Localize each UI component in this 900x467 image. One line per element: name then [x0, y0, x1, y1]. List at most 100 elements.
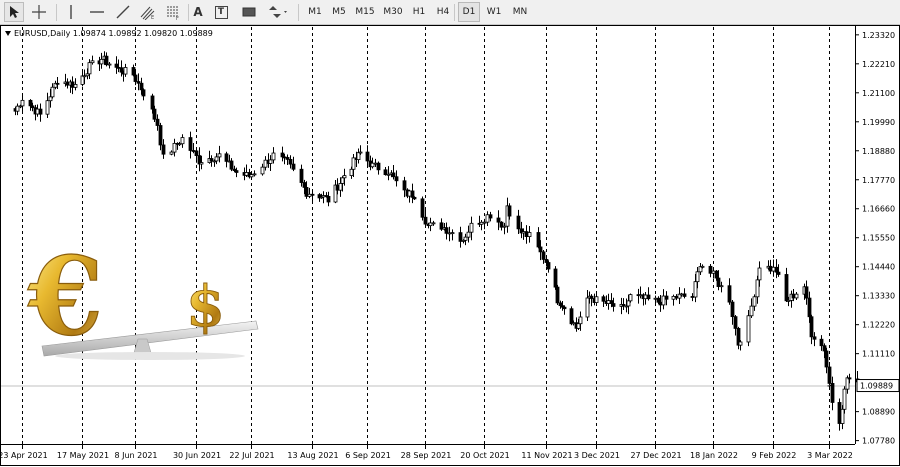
- y-tick-label: 1.23320: [862, 31, 895, 40]
- x-tick-label: 27 Dec 2021: [630, 451, 681, 460]
- text-tool-icon: A: [193, 5, 203, 19]
- x-tick-label: 17 May 2021: [57, 451, 109, 460]
- candle: [585, 289, 590, 321]
- candle: [842, 386, 847, 414]
- euro-symbol: €: [27, 234, 103, 360]
- candle: [310, 189, 315, 202]
- x-tick-label: 30 Jun 2021: [173, 451, 221, 460]
- candle: [482, 218, 487, 230]
- collapse-triangle-icon[interactable]: [5, 31, 11, 36]
- candle: [376, 161, 381, 175]
- candle: [370, 157, 375, 169]
- trendline-icon: [116, 5, 130, 19]
- candle: [502, 222, 507, 235]
- y-tick-label: 1.11110: [862, 350, 895, 359]
- y-tick-label: 1.08890: [862, 408, 895, 417]
- candle: [485, 211, 490, 227]
- candle: [407, 189, 412, 203]
- candle: [423, 208, 428, 226]
- candle: [830, 376, 835, 411]
- timeframe-h1-button[interactable]: H1: [408, 2, 430, 22]
- toolbar-separator: [298, 4, 299, 21]
- timeframe-m5-button[interactable]: M5: [328, 2, 350, 22]
- rectangle-tool-button[interactable]: [238, 2, 260, 22]
- candle: [516, 209, 521, 234]
- candle: [373, 158, 378, 168]
- timeframe-w1-button[interactable]: W1: [482, 2, 506, 22]
- x-tick-label: 23 Apr 2021: [0, 451, 48, 460]
- candle: [191, 143, 196, 154]
- candle: [698, 263, 703, 275]
- x-tick-label: 18 Jan 2022: [690, 451, 738, 460]
- candle: [536, 227, 541, 249]
- x-tick-label: 20 Oct 2021: [460, 451, 509, 460]
- candle: [197, 147, 202, 172]
- candle: [28, 99, 33, 111]
- x-tick-label: 8 Jun 2021: [114, 451, 157, 460]
- candle: [356, 148, 361, 164]
- candle: [594, 292, 599, 305]
- vertical-line-tool-button[interactable]: [62, 2, 80, 22]
- candle: [291, 156, 296, 172]
- candle: [636, 288, 641, 304]
- timeframe-h4-button[interactable]: H4: [432, 2, 454, 22]
- timeframe-m15-button[interactable]: M15: [352, 2, 378, 22]
- candle: [562, 305, 567, 315]
- y-tick-label: 1.19990: [862, 118, 895, 127]
- candle: [496, 210, 501, 231]
- candle: [428, 217, 433, 232]
- candle: [628, 293, 633, 303]
- y-tick-label: 1.15550: [862, 234, 895, 243]
- candle: [469, 216, 474, 241]
- y-tick-label: 1.12220: [862, 321, 895, 330]
- crosshair-tool-button[interactable]: [28, 2, 50, 22]
- candle: [450, 229, 455, 241]
- candle: [499, 221, 504, 231]
- text-tool-button[interactable]: A: [190, 2, 206, 22]
- x-tick-label: 3 Mar 2022: [807, 451, 853, 460]
- candle: [752, 294, 757, 311]
- trendline-tool-button[interactable]: [112, 2, 134, 22]
- candle: [730, 300, 735, 325]
- x-tick-label: 11 Nov 2021: [521, 451, 572, 460]
- candle: [733, 314, 738, 336]
- candle: [589, 294, 594, 307]
- timeframe-mn-button[interactable]: MN: [508, 2, 532, 22]
- candle: [661, 289, 666, 310]
- candle: [114, 56, 119, 74]
- fibonacci-channel-tool-button[interactable]: E: [138, 2, 158, 22]
- candle: [38, 103, 43, 122]
- candle: [690, 293, 695, 302]
- candle: [104, 52, 109, 67]
- candle: [671, 294, 676, 306]
- arrow-shapes-tool-button[interactable]: [264, 2, 292, 22]
- candle: [141, 88, 146, 101]
- candle: [643, 291, 648, 305]
- toolbar-separator: [56, 4, 57, 21]
- horizontal-line-tool-button[interactable]: [86, 2, 108, 22]
- vertical-line-icon: [70, 5, 72, 19]
- timeframe-m30-button[interactable]: M30: [380, 2, 406, 22]
- candle: [194, 149, 199, 163]
- candle: [638, 286, 643, 299]
- candle: [827, 362, 832, 386]
- candle: [365, 145, 370, 167]
- timeframe-m1-button[interactable]: M1: [304, 2, 326, 22]
- timeframe-d1-button[interactable]: D1: [458, 2, 480, 22]
- candle: [136, 73, 141, 91]
- candle: [263, 156, 268, 171]
- candle: [727, 278, 732, 305]
- candle: [20, 93, 25, 114]
- cursor-tool-button[interactable]: [4, 2, 24, 22]
- candle: [70, 76, 75, 95]
- candle: [444, 222, 449, 240]
- candle: [420, 196, 425, 221]
- candle: [252, 170, 257, 177]
- fibonacci-retracement-tool-button[interactable]: F: [162, 2, 184, 22]
- svg-text:F: F: [176, 16, 179, 20]
- text-label-tool-button[interactable]: T: [212, 2, 230, 22]
- candle: [35, 104, 40, 117]
- candle: [553, 266, 558, 290]
- dollar-symbol: $: [186, 274, 225, 340]
- chart-title: EURUSD,Daily 1.09874 1.09892 1.09820 1.0…: [5, 29, 213, 38]
